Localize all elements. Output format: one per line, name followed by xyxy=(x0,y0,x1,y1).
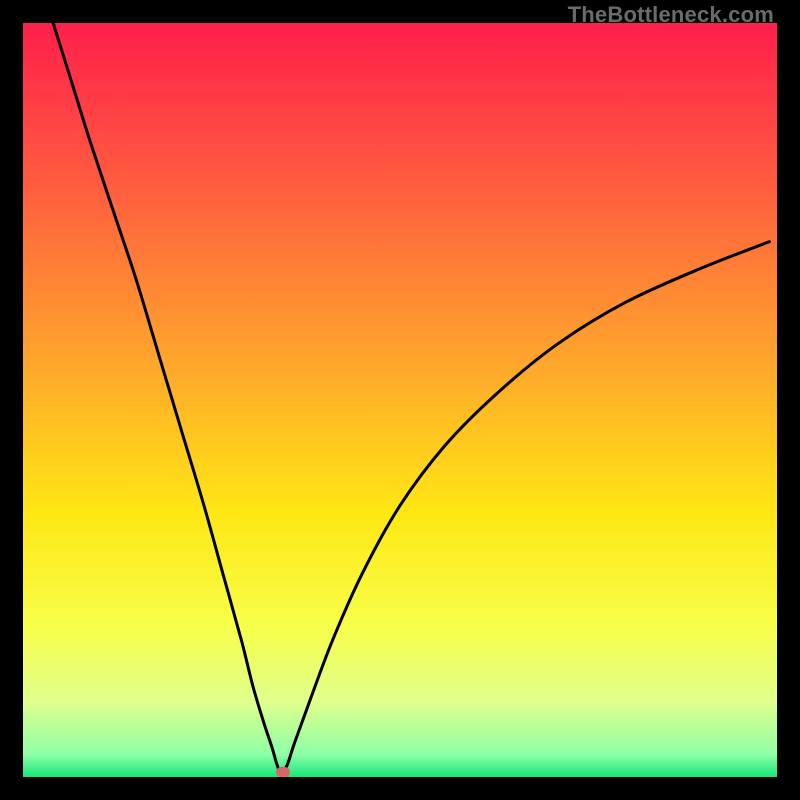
bottleneck-curve xyxy=(23,23,777,777)
chart-frame xyxy=(23,23,777,777)
watermark-label: TheBottleneck.com xyxy=(568,2,774,28)
optimal-point-marker xyxy=(276,767,290,777)
